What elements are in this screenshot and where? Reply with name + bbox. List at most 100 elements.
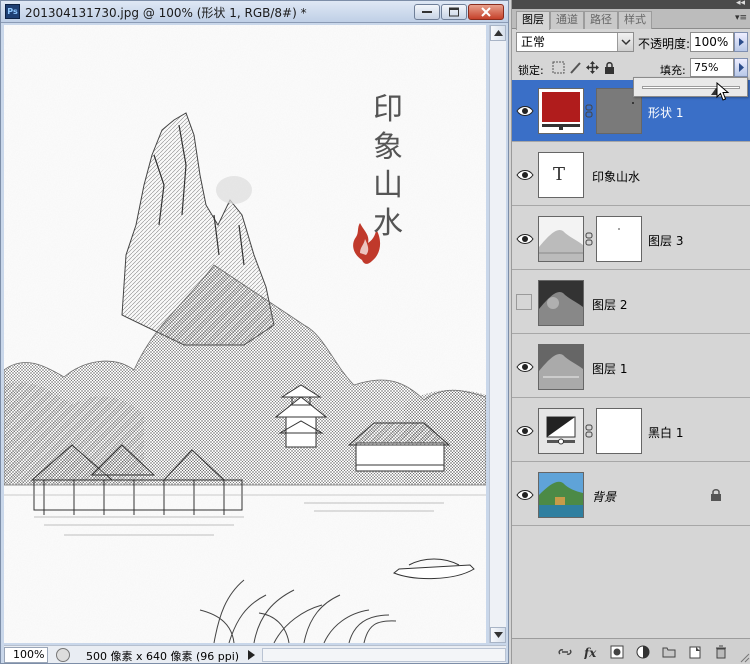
panel-header-bar: ◂◂ — [512, 0, 750, 9]
calligraphy-char: 山 — [373, 168, 403, 203]
blend-mode-select[interactable]: 正常 — [516, 32, 634, 52]
calligraphy-char: 象 — [373, 130, 403, 165]
layer-row[interactable]: 图层 2 — [512, 272, 750, 334]
mask-link-chain-icon[interactable] — [585, 232, 593, 246]
layers-panel: ◂◂ 图层 通道 路径 样式 ▾≡ 正常 不透明度: 100% 锁定: 填充: … — [511, 0, 750, 664]
delete-layer-trash-icon[interactable] — [714, 645, 728, 659]
layers-list: 形状 1 T 印象山水图层 3 图层 2 图层 1 黑白 1 背景 — [512, 80, 750, 640]
collapse-panel-icon[interactable]: ◂◂ — [736, 0, 745, 8]
calligraphy-char: 水 — [373, 206, 403, 241]
tab-layers[interactable]: 图层 — [516, 11, 550, 30]
lock-label: 锁定: — [518, 64, 544, 77]
status-menu-arrow-icon[interactable] — [244, 648, 258, 662]
lock-image-pixels-icon[interactable] — [569, 61, 582, 74]
adjustment-layer-icon[interactable] — [636, 645, 650, 659]
arrow-up-icon — [494, 30, 503, 36]
visibility-eye-icon[interactable] — [516, 230, 534, 248]
layer-mask-thumbnail[interactable] — [596, 216, 642, 262]
lock-transparent-pixels-icon[interactable] — [552, 61, 565, 74]
document-canvas[interactable]: 印象山水 — [4, 25, 486, 643]
horizontal-scrollbar[interactable] — [262, 648, 506, 662]
layer-row[interactable]: 图层 1 — [512, 336, 750, 398]
tab-paths[interactable]: 路径 — [584, 11, 618, 29]
layer-name[interactable]: 图层 2 — [592, 296, 627, 313]
zoom-level-field[interactable]: 100% — [4, 647, 48, 663]
layer-row[interactable]: 背景 — [512, 464, 750, 526]
opacity-slider-button[interactable] — [734, 32, 748, 52]
layer-thumbnail[interactable]: T — [538, 152, 584, 198]
panel-bottom-toolbar: fx — [512, 638, 750, 664]
layer-row[interactable]: 图层 3 — [512, 208, 750, 270]
layer-name[interactable]: 图层 1 — [592, 360, 627, 377]
document-titlebar[interactable]: Ps 201304131730.jpg @ 100% (形状 1, RGB/8#… — [1, 1, 508, 23]
arrow-right-icon — [739, 63, 744, 72]
opacity-input[interactable]: 100% — [690, 32, 734, 52]
layer-lock-icon — [711, 489, 721, 501]
document-statusbar: 100% 500 像素 x 640 像素 (96 ppi) — [4, 645, 506, 663]
panel-menu-icon[interactable]: ▾≡ — [735, 13, 747, 23]
layer-thumbnail[interactable] — [538, 216, 584, 262]
layer-thumbnail[interactable] — [538, 344, 584, 390]
svg-text:fx: fx — [584, 646, 597, 659]
link-layers-icon[interactable] — [558, 645, 572, 659]
panel-tabs: 图层 通道 路径 样式 ▾≡ — [512, 9, 750, 30]
layer-thumbnail[interactable] — [538, 280, 584, 326]
tab-channels[interactable]: 通道 — [550, 11, 584, 29]
blend-mode-value: 正常 — [521, 35, 546, 49]
lock-position-icon[interactable] — [586, 61, 599, 74]
layer-row[interactable]: 黑白 1 — [512, 400, 750, 462]
scroll-up-button[interactable] — [490, 25, 506, 41]
visibility-toggle-off[interactable] — [516, 294, 532, 310]
photoshop-logo-icon: Ps — [5, 4, 20, 19]
close-icon — [481, 7, 491, 17]
opacity-label: 不透明度: — [638, 37, 691, 51]
sketch-landscape-artwork — [4, 25, 486, 643]
visibility-eye-icon[interactable] — [516, 102, 534, 120]
layer-row[interactable]: T 印象山水 — [512, 144, 750, 206]
visibility-eye-icon[interactable] — [516, 486, 534, 504]
layer-thumbnail[interactable] — [538, 408, 584, 454]
new-layer-icon[interactable] — [688, 645, 702, 659]
vertical-scrollbar[interactable] — [489, 25, 506, 643]
tab-styles[interactable]: 样式 — [618, 11, 652, 29]
maximize-button[interactable] — [441, 4, 467, 20]
mask-link-chain-icon[interactable] — [585, 104, 593, 118]
new-group-folder-icon[interactable] — [662, 645, 676, 659]
layer-thumbnail[interactable] — [538, 88, 584, 134]
visibility-eye-icon[interactable] — [516, 422, 534, 440]
layer-thumbnail[interactable] — [538, 472, 584, 518]
visibility-eye-icon[interactable] — [516, 166, 534, 184]
calligraphy-char: 印 — [373, 92, 403, 127]
layer-name[interactable]: 印象山水 — [592, 168, 640, 185]
document-title: 201304131730.jpg @ 100% (形状 1, RGB/8#) * — [25, 6, 307, 20]
document-size-info: 500 像素 x 640 像素 (96 ppi) — [86, 650, 240, 663]
minimize-icon — [422, 11, 432, 13]
mask-link-chain-icon[interactable] — [585, 424, 593, 438]
add-mask-icon[interactable] — [610, 645, 624, 659]
layer-style-fx-icon[interactable]: fx — [584, 645, 598, 659]
resize-grip-icon[interactable] — [740, 653, 750, 663]
layer-name[interactable]: 背景 — [592, 488, 616, 505]
close-button[interactable] — [468, 4, 504, 20]
lock-all-icon[interactable] — [603, 61, 616, 74]
fill-input[interactable]: 75% — [690, 58, 734, 77]
fill-slider-button[interactable] — [734, 58, 748, 77]
document-window: Ps 201304131730.jpg @ 100% (形状 1, RGB/8#… — [0, 0, 509, 664]
maximize-icon — [449, 7, 459, 17]
layer-name[interactable]: 图层 3 — [648, 232, 683, 249]
scroll-down-button[interactable] — [490, 627, 506, 643]
layer-name[interactable]: 形状 1 — [648, 104, 683, 121]
fill-label: 填充: — [660, 64, 686, 77]
text-layer-icon: T — [553, 164, 566, 185]
visibility-eye-icon[interactable] — [516, 358, 534, 376]
layer-name[interactable]: 黑白 1 — [648, 424, 683, 441]
artwork-calligraphy-text: 印象山水 — [368, 91, 408, 243]
minimize-button[interactable] — [414, 4, 440, 20]
status-info-icon[interactable] — [56, 648, 70, 662]
layer-mask-thumbnail[interactable] — [596, 408, 642, 454]
arrow-right-icon — [739, 38, 744, 46]
arrow-down-icon — [494, 632, 503, 638]
chevron-down-icon — [617, 33, 633, 51]
mouse-cursor-icon — [716, 82, 730, 101]
fill-slider-popup — [633, 77, 748, 97]
